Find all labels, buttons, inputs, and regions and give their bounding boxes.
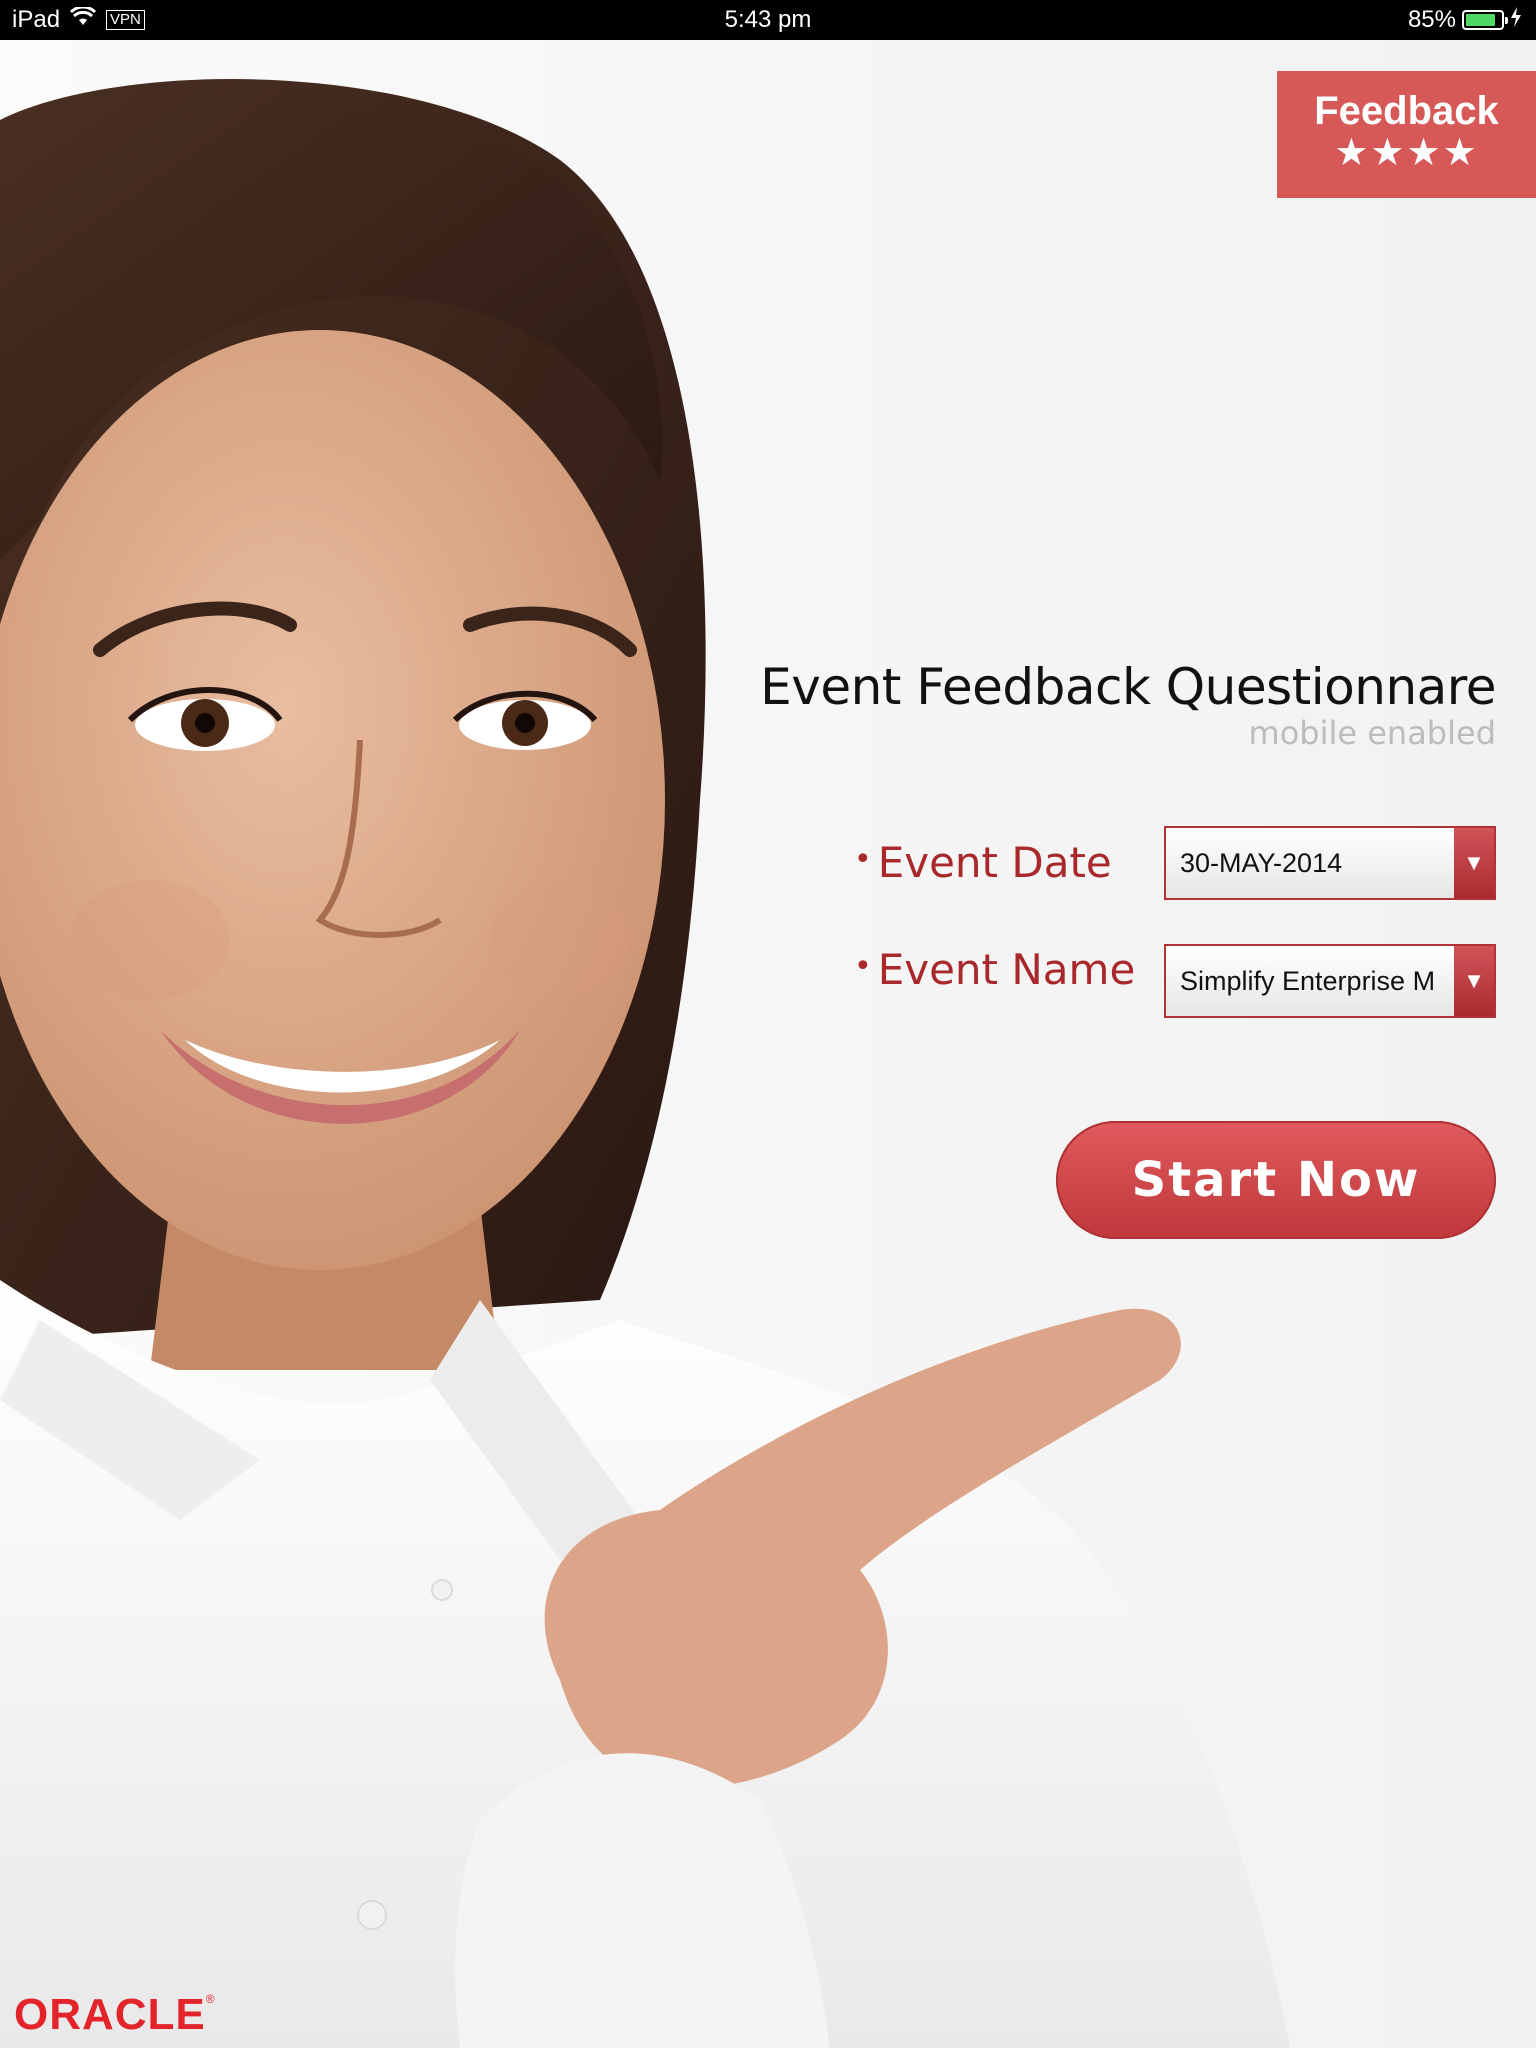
event-date-label: • Event Date [854,838,1112,887]
start-now-button[interactable]: Start Now [1056,1121,1496,1239]
battery-fill [1466,14,1495,26]
event-name-label-text: Event Name [877,945,1136,994]
feedback-badge-label: Feedback [1314,89,1499,133]
oracle-logo: ORACLE® [14,1990,216,2040]
battery-percentage: 85% [1407,6,1456,33]
event-date-select[interactable]: 30-MAY-2014 ▼ [1164,826,1496,900]
status-bar: iPad VPN 5:43 pm 85% [0,0,1536,40]
event-date-label-text: Event Date [877,838,1112,887]
title-area: Event Feedback Questionnare mobile enabl… [760,655,1496,751]
bullet-icon: • [854,842,872,877]
status-bar-right: 85% [1408,6,1522,34]
charging-icon [1510,6,1522,34]
event-name-label: • Event Name [854,945,1135,994]
bullet-icon: • [854,949,872,984]
chevron-down-icon[interactable]: ▼ [1454,828,1494,898]
oracle-logo-text: ORACLE [14,1990,206,2039]
event-date-value: 30-MAY-2014 [1180,848,1343,878]
feedback-stars-icon: ★★★★ [1334,132,1479,174]
page-subtitle: mobile enabled [1248,714,1496,752]
chevron-down-icon[interactable]: ▼ [1454,946,1494,1016]
battery-icon [1462,10,1508,30]
event-name-value: Simplify Enterprise M [1180,966,1436,996]
event-name-select[interactable]: Simplify Enterprise M ▼ [1164,944,1496,1018]
page-title: Event Feedback Questionnare [760,658,1496,716]
feedback-badge[interactable]: Feedback ★★★★ [1277,71,1536,198]
app-screen: iPad VPN 5:43 pm 85% Feedback ★★★★ Event… [0,0,1536,2048]
hero-photo-woman [0,79,1290,2048]
status-time: 5:43 pm [724,6,812,33]
registered-mark: ® [205,1992,216,2006]
